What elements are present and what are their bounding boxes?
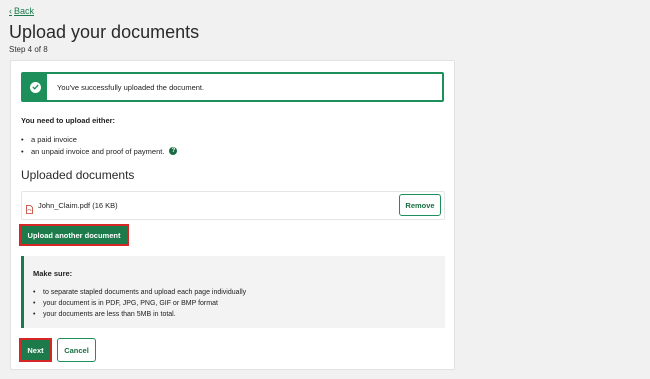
upload-card: You've successfully uploaded the documen… — [10, 60, 455, 370]
requirements-title: You need to upload either: — [21, 116, 116, 125]
list-item: • your documents are less than 5MB in tot… — [33, 311, 176, 318]
make-sure-panel: Make sure: • to separate stapled document… — [21, 256, 445, 328]
uploaded-documents-heading: Uploaded documents — [21, 168, 135, 182]
pdf-file-icon — [26, 201, 33, 214]
step-indicator: Step 4 of 8 — [9, 45, 48, 54]
page-title: Upload your documents — [9, 22, 200, 42]
success-alert: You've successfully uploaded the documen… — [21, 72, 444, 102]
alert-message: You've successfully uploaded the documen… — [57, 82, 205, 92]
uploaded-file-row: John_Claim.pdf (16 KB) Remove — [21, 191, 445, 220]
cancel-button[interactable]: Cancel — [57, 338, 96, 362]
list-item: • your document is in PDF, JPG, PNG, GIF … — [33, 300, 218, 307]
alert-badge — [23, 74, 47, 100]
requirements-list: • a paid invoice • an unpaid invoice and… — [21, 133, 178, 157]
file-name: John_Claim.pdf (16 KB) — [38, 201, 118, 210]
make-sure-list: • to separate stapled documents and uploa… — [33, 287, 246, 320]
upload-another-button[interactable]: Upload another document — [19, 224, 129, 246]
back-link[interactable]: ‹ Back — [9, 6, 34, 16]
list-item: • a paid invoice — [21, 134, 77, 144]
question-circle-icon[interactable]: ? — [169, 147, 178, 155]
make-sure-title: Make sure: — [33, 269, 73, 278]
check-circle-icon — [29, 81, 41, 93]
list-item: • to separate stapled documents and uploa… — [33, 289, 247, 296]
back-link-label: Back — [14, 6, 35, 16]
chevron-left-icon: ‹ — [9, 6, 12, 16]
list-item: • an unpaid invoice and proof of payment… — [21, 145, 178, 157]
remove-button[interactable]: Remove — [399, 194, 441, 216]
next-button[interactable]: Next — [19, 338, 52, 362]
